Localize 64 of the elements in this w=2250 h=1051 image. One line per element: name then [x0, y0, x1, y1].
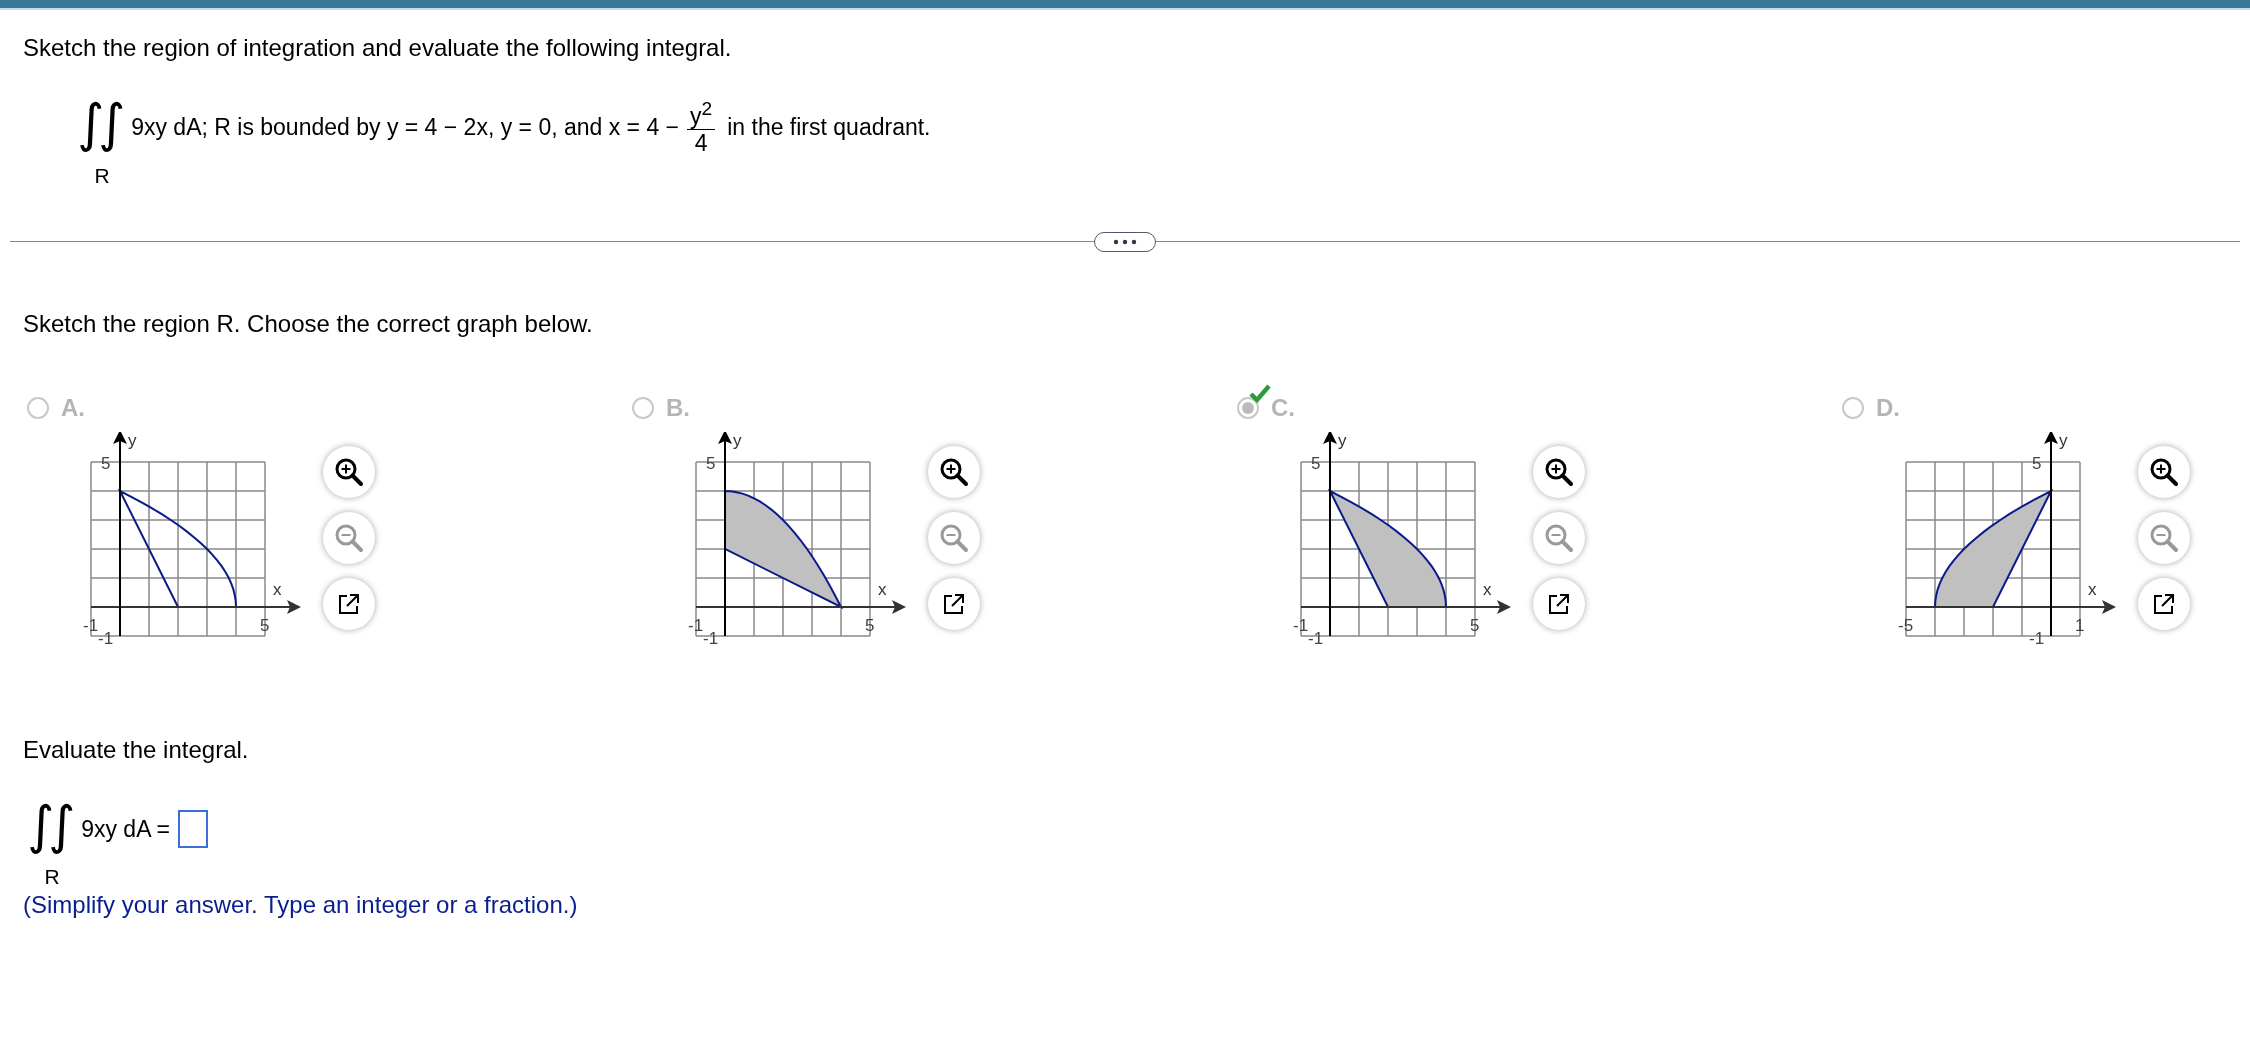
integral-sign: ∫∫: [26, 793, 71, 857]
tick-label: -1: [1293, 615, 1309, 635]
tick-label: 5: [865, 615, 875, 635]
axis-label: y: [1338, 431, 1347, 450]
zoom-in-icon: [334, 456, 364, 487]
axis-label: y: [128, 431, 137, 450]
tick-label: 5: [2032, 453, 2042, 473]
option-label: C.: [1271, 393, 1295, 422]
ellipsis-icon: [1113, 238, 1137, 245]
question-prompt: Sketch the region R. Choose the correct graph below.: [23, 309, 594, 338]
axis-label: x: [878, 579, 887, 599]
tick-label: 5: [101, 453, 111, 473]
integral-sign: ∫∫: [76, 92, 121, 155]
zoom-in-icon: [2149, 456, 2179, 487]
axis-label: x: [273, 579, 282, 599]
zoom-in-button[interactable]: [323, 445, 375, 498]
tick-label: 5: [706, 453, 716, 473]
fraction-numerator: y$^{2}$: [687, 97, 716, 131]
zoom-in-icon: [1544, 456, 1574, 487]
fraction-denominator: 4: [694, 130, 708, 158]
popout-button[interactable]: [928, 577, 980, 630]
zoom-out-icon: [939, 522, 969, 553]
axis-label: y: [733, 431, 742, 450]
answer-box[interactable]: [178, 810, 209, 849]
radio-button[interactable]: [27, 396, 49, 419]
expression-text: 9xy dA =: [81, 815, 171, 843]
region-subscript: R: [44, 865, 60, 890]
option-label: D.: [1876, 393, 1900, 422]
tick-label: -1: [703, 628, 719, 646]
tick-label: 5: [260, 615, 270, 635]
popout-button[interactable]: [323, 577, 375, 630]
more-button[interactable]: [1094, 231, 1156, 252]
radio-button[interactable]: [1842, 396, 1864, 419]
zoom-in-button[interactable]: [1533, 445, 1585, 498]
hint-text: (Simplify your answer. Type an integer or a fraction.): [23, 891, 579, 920]
zoom-in-button[interactable]: [928, 445, 980, 498]
tick-label: 5: [1311, 453, 1321, 473]
tick-label: 1: [2075, 615, 2085, 635]
popout-button[interactable]: [1533, 577, 1585, 630]
zoom-in-icon: [939, 456, 969, 487]
problem-text: 9xy dA; R is bounded by y = 4 − 2x, y = 0, and x = 4 −: [131, 114, 680, 142]
tick-label: 5: [1470, 615, 1480, 635]
zoom-out-icon: [2149, 522, 2179, 553]
axis-label: x: [2088, 579, 2097, 599]
tick-label: -1: [98, 628, 114, 646]
question-prompt: Evaluate the integral.: [23, 735, 250, 764]
tick-label: -1: [2029, 628, 2045, 646]
zoom-out-icon: [1544, 522, 1574, 553]
radio-button[interactable]: [1237, 396, 1259, 419]
zoom-in-button[interactable]: [2138, 445, 2190, 498]
axis-label: x: [1483, 579, 1492, 599]
tick-label: -1: [83, 615, 99, 635]
tick-label: -1: [1308, 628, 1324, 646]
option-label: A.: [61, 393, 85, 422]
region-subscript: R: [94, 163, 110, 188]
radio-button[interactable]: [632, 396, 654, 419]
tick-label: -1: [688, 615, 704, 635]
tick-label: -5: [1898, 615, 1914, 635]
axis-label: y: [2059, 431, 2068, 450]
zoom-out-icon: [334, 522, 364, 553]
option-label: B.: [666, 393, 690, 422]
instruction-text: Sketch the region of integration and evaluate the following integral.: [23, 34, 733, 62]
problem-text: in the first quadrant.: [727, 114, 931, 142]
popout-button[interactable]: [2138, 577, 2190, 630]
